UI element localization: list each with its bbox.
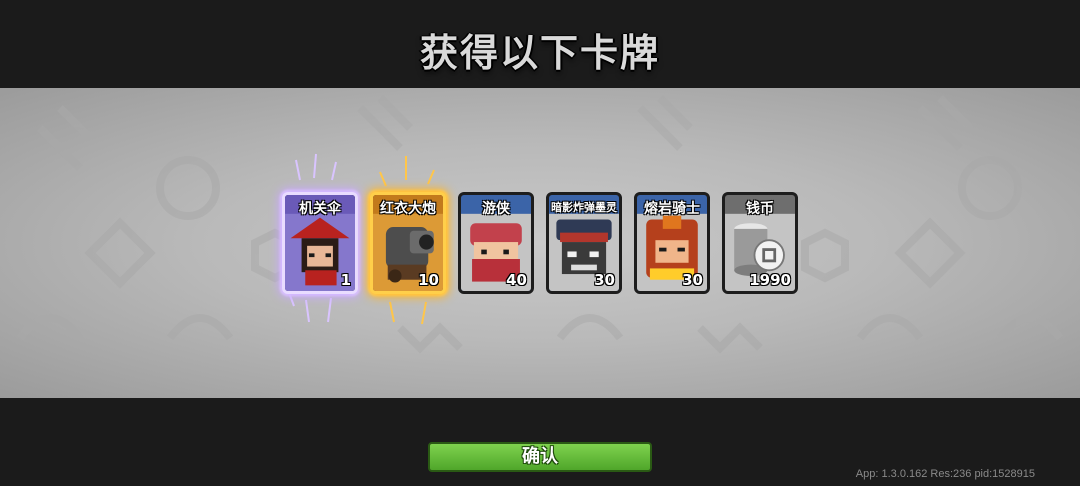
card-name: 红衣大炮 xyxy=(380,201,436,217)
card-count: 30 xyxy=(682,271,703,289)
card-name: 暗影炸弹墨灵 xyxy=(551,201,617,214)
card-name: 游侠 xyxy=(482,201,510,217)
card-hongyidapao[interactable]: 红衣大炮 10 xyxy=(370,192,446,294)
card-rongyanqishi[interactable]: 熔岩骑士 30 xyxy=(634,192,710,294)
card-qianbi[interactable]: 钱币 1990 xyxy=(722,192,798,294)
card-count: 1 xyxy=(340,271,351,289)
card-count: 1990 xyxy=(749,271,791,289)
card-name: 机关伞 xyxy=(299,201,341,217)
card-anyingzhadanmoling[interactable]: 暗影炸弹墨灵 30 xyxy=(546,192,622,294)
card-jiguansan[interactable]: 机关伞 1 xyxy=(282,192,358,294)
confirm-button[interactable]: 确认 xyxy=(428,442,652,472)
card-name: 熔岩骑士 xyxy=(644,201,700,217)
card-youxia[interactable]: 游侠 40 xyxy=(458,192,534,294)
version-text: App: 1.3.0.162 Res:236 pid:1528915 xyxy=(855,468,1035,480)
card-count: 40 xyxy=(506,271,527,289)
card-name: 钱币 xyxy=(746,201,774,217)
card-count: 30 xyxy=(594,271,615,289)
card-count: 10 xyxy=(418,271,439,289)
